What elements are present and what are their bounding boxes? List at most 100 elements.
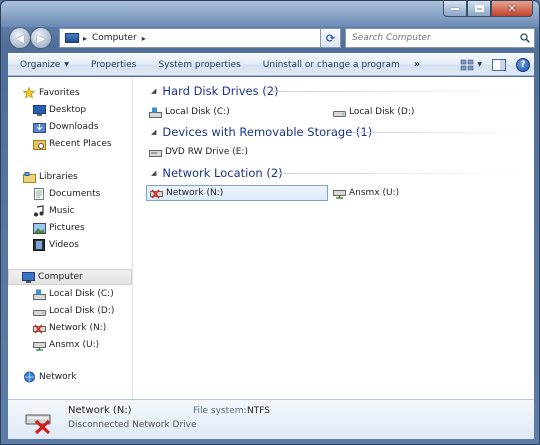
libraries-icon (22, 171, 36, 183)
change-view-icon[interactable] (460, 59, 474, 71)
collapse-triangle-icon: ◢ (151, 169, 157, 177)
sidebar-item-videos[interactable]: Videos (32, 237, 79, 253)
explorer-window: ✕ ◀ ▶ ▸ Computer ▸ ▼ ⟳ Organize ▼ Proper… (0, 0, 540, 445)
search-icon[interactable] (520, 33, 530, 43)
maximize-icon (474, 5, 484, 12)
refresh-button[interactable]: ⟳ (320, 28, 341, 48)
sidebar-label: Ansmx (U:) (49, 340, 100, 350)
organize-label: Organize (20, 59, 61, 70)
sidebar-label: Favorites (39, 88, 80, 98)
breadcrumb-computer[interactable]: Computer (92, 33, 137, 43)
drive-dvd-rw-e[interactable]: DVD RW Drive (E:) (148, 144, 248, 160)
documents-icon (32, 188, 46, 200)
preview-pane-icon[interactable] (492, 58, 506, 71)
sidebar-item-recent-places[interactable]: Recent Places (32, 136, 112, 152)
organize-menu[interactable]: Organize ▼ (8, 54, 77, 75)
sidebar-item-local-disk-c[interactable]: Local Disk (C:) (32, 286, 114, 302)
sidebar-label: Network (N:) (49, 323, 107, 333)
disconnected-network-drive-icon (149, 187, 163, 199)
sidebar-label: Desktop (49, 105, 87, 115)
sidebar-label: Network (39, 372, 77, 382)
sidebar-label: Local Disk (D:) (49, 306, 115, 316)
search-input[interactable] (352, 33, 517, 43)
breadcrumb-separator[interactable]: ▸ (83, 34, 87, 43)
toolbar-right-group: ▼ ? (457, 54, 530, 75)
sidebar-computer[interactable]: Computer (8, 269, 132, 285)
sidebar-label: Computer (38, 272, 83, 282)
group-header-removable-storage[interactable]: ◢ Devices with Removable Storage (1) (151, 124, 372, 140)
hard-drive-icon (32, 305, 46, 317)
item-label: Network (N:) (166, 188, 224, 198)
command-bar: Organize ▼ Properties System properties … (8, 53, 534, 76)
more-commands-button[interactable]: » (408, 54, 426, 75)
group-header-hard-disk-drives[interactable]: ◢ Hard Disk Drives (2) (151, 83, 279, 99)
properties-button[interactable]: Properties (77, 54, 144, 75)
sidebar-label: Local Disk (C:) (49, 289, 114, 299)
desktop-icon (32, 104, 46, 116)
sidebar-label: Pictures (49, 223, 85, 233)
drive-ansmx-u[interactable]: Ansmx (U:) (332, 185, 399, 201)
forward-arrow-icon: ▶ (36, 31, 46, 45)
drive-network-n[interactable]: Network (N:) (146, 185, 328, 201)
item-label: Ansmx (U:) (349, 188, 400, 198)
details-item-name: Network (N:) (68, 405, 132, 416)
sidebar-item-network-n[interactable]: Network (N:) (32, 320, 106, 336)
star-icon (22, 87, 36, 99)
group-divider (352, 132, 527, 133)
music-icon (32, 205, 46, 217)
dvd-drive-icon (148, 146, 162, 158)
group-header-label: Network Location (2) (162, 166, 283, 180)
uninstall-program-button[interactable]: Uninstall or change a program (249, 54, 408, 75)
sidebar-label: Videos (49, 240, 79, 250)
item-label: Local Disk (D:) (349, 107, 415, 117)
windows-drive-icon (148, 106, 162, 118)
minimize-icon (451, 7, 459, 10)
drive-local-disk-d[interactable]: Local Disk (D:) (332, 104, 414, 120)
back-button[interactable]: ◀ (9, 27, 31, 49)
recent-places-icon (32, 138, 46, 150)
network-drive-icon (332, 187, 346, 199)
view-options-chevron-icon[interactable]: ▼ (477, 61, 482, 68)
help-icon[interactable]: ? (516, 57, 530, 72)
minimize-button[interactable] (443, 1, 467, 17)
sidebar-item-documents[interactable]: Documents (32, 186, 100, 202)
drive-local-disk-c[interactable]: Local Disk (C:) (148, 104, 230, 120)
videos-icon (32, 239, 46, 251)
system-properties-button[interactable]: System properties (144, 54, 248, 75)
details-pane: Network (N:) Disconnected Network Drive … (8, 399, 534, 439)
collapse-triangle-icon: ◢ (151, 128, 157, 136)
sidebar-network[interactable]: Network (22, 369, 77, 385)
group-header-label: Devices with Removable Storage (1) (162, 125, 373, 139)
item-label: Local Disk (C:) (165, 107, 230, 117)
sidebar-label: Documents (49, 189, 101, 199)
refresh-icon: ⟳ (325, 31, 336, 45)
sidebar-label: Recent Places (49, 139, 112, 149)
address-bar[interactable]: ▸ Computer ▸ ▼ (59, 28, 341, 48)
sidebar-item-ansmx-u[interactable]: Ansmx (U:) (32, 337, 99, 353)
sidebar-label: Music (49, 206, 75, 216)
caption-buttons: ✕ (443, 1, 533, 17)
sidebar-item-downloads[interactable]: Downloads (32, 119, 98, 135)
group-header-label: Hard Disk Drives (2) (162, 84, 279, 98)
network-drive-icon (32, 339, 46, 351)
close-icon: ✕ (507, 2, 517, 15)
forward-button[interactable]: ▶ (30, 27, 52, 49)
disconnected-network-drive-icon (25, 414, 51, 434)
file-system-label: File system: (193, 406, 247, 416)
sidebar-item-music[interactable]: Music (32, 203, 75, 219)
sidebar-item-desktop[interactable]: Desktop (32, 102, 86, 118)
back-arrow-icon: ◀ (15, 31, 25, 45)
sidebar-libraries[interactable]: Libraries (22, 169, 78, 185)
search-box[interactable] (345, 28, 535, 48)
sidebar-item-pictures[interactable]: Pictures (32, 220, 85, 236)
group-divider (272, 91, 527, 92)
navigation-bar: ◀ ▶ ▸ Computer ▸ ▼ ⟳ (7, 25, 535, 49)
breadcrumb-separator[interactable]: ▸ (142, 34, 146, 43)
sidebar-favorites[interactable]: Favorites (22, 85, 80, 101)
sidebar-item-local-disk-d[interactable]: Local Disk (D:) (32, 303, 114, 319)
maximize-button[interactable] (467, 1, 491, 17)
close-button[interactable]: ✕ (491, 1, 533, 17)
disconnected-network-drive-icon (32, 322, 46, 334)
group-header-network-location[interactable]: ◢ Network Location (2) (151, 165, 283, 181)
computer-icon (21, 271, 35, 283)
